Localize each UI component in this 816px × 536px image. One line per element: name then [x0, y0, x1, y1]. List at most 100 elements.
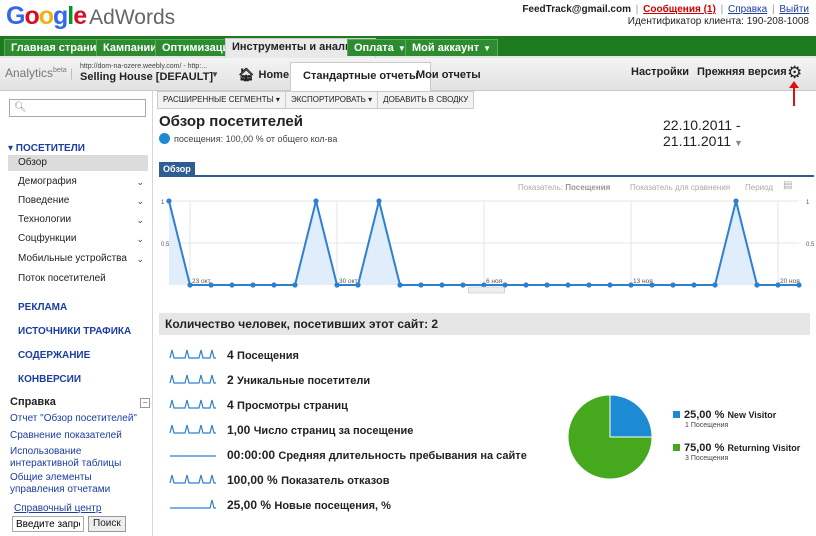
- sidebar-item-overview[interactable]: Обзор: [8, 155, 148, 171]
- chevron-down-icon: ⌄: [136, 196, 144, 206]
- data-point[interactable]: [313, 198, 319, 204]
- home-icon: 🏠︎: [238, 67, 255, 82]
- chevron-down-icon: ⌄: [136, 254, 144, 264]
- product-name: AdWords: [89, 6, 176, 29]
- add-to-dashboard-button[interactable]: ДОБАВИТЬ В СВОДКУ: [378, 92, 473, 108]
- period-selector[interactable]: Период: [745, 183, 773, 192]
- x-tick-label: 23 окт: [192, 278, 211, 285]
- pie-slice-new-visitor[interactable]: [609, 394, 653, 438]
- sidebar-item-technology[interactable]: Технологии ⌄: [8, 212, 148, 228]
- metric-selector[interactable]: Показатель: Посещения: [518, 183, 610, 192]
- help-link-compare-metrics[interactable]: Сравнение показателей: [10, 430, 148, 442]
- sidebar-item-demographics[interactable]: Демография ⌄: [8, 174, 148, 190]
- x-tick-label: 13 ноя: [633, 278, 653, 285]
- data-point[interactable]: [733, 198, 739, 204]
- help-heading: Справка: [10, 396, 56, 408]
- collapse-icon[interactable]: −: [140, 398, 150, 408]
- y-tick-label: 1: [161, 200, 165, 206]
- data-point[interactable]: [166, 198, 172, 204]
- tab-my-reports[interactable]: Мои отчеты: [404, 62, 493, 90]
- data-point[interactable]: [544, 282, 550, 288]
- report-search[interactable]: 🔍︎: [9, 99, 146, 117]
- section-advertising[interactable]: РЕКЛАМА: [18, 302, 67, 313]
- sidebar-item-social[interactable]: Соцфункции ⌄: [8, 231, 148, 247]
- settings-link[interactable]: Настройки: [631, 66, 689, 78]
- help-center-link[interactable]: Справочный центр: [14, 503, 101, 514]
- visitors-summary-bar: Количество человек, посетивших этот сайт…: [159, 313, 810, 335]
- old-version-link[interactable]: Прежняя версия: [697, 66, 787, 78]
- chart-tab-underline: [159, 175, 814, 177]
- sparkline-icon: [169, 424, 216, 434]
- sparkline-icon: [169, 349, 216, 359]
- y-tick-label: 0.5: [161, 242, 170, 248]
- data-point[interactable]: [418, 282, 424, 288]
- visits-line-chart: 1 1 0.5 0.5 23 окт 30 окт 6 ноя 13 ноя 20 ноя: [161, 198, 814, 294]
- logout-link[interactable]: Выйти: [779, 4, 809, 15]
- nav-campaigns[interactable]: Кампании: [96, 39, 165, 56]
- sparkline-icon: [169, 399, 216, 409]
- help-search-input[interactable]: [12, 516, 84, 532]
- chevron-down-icon: ⌄: [136, 234, 144, 244]
- sidebar-item-mobile[interactable]: Мобильные устройства ⌄: [8, 251, 148, 267]
- segment-dot-icon: [159, 133, 170, 144]
- data-point[interactable]: [292, 282, 298, 288]
- help-link-report-controls[interactable]: Общие элементы управления отчетами: [10, 472, 148, 496]
- section-conversions[interactable]: КОНВЕРСИИ: [18, 374, 81, 385]
- advanced-segments-button[interactable]: РАСШИРЕННЫЕ СЕГМЕНТЫ ▾: [158, 92, 286, 108]
- profile-name: Selling House [DEFAULT]: [80, 71, 214, 83]
- data-point[interactable]: [271, 282, 277, 288]
- date-range-picker[interactable]: 22.10.2011 - 21.11.2011 ▼: [663, 117, 816, 149]
- legend-swatch: [673, 444, 680, 451]
- visitor-type-pie-chart: [567, 394, 653, 480]
- help-search-button[interactable]: Поиск: [88, 516, 126, 532]
- compare-metric-selector[interactable]: Показатель для сравнения: [630, 183, 730, 192]
- legend-new-visitor: 25,00 % New Visitor 1 Посещения: [673, 409, 776, 429]
- data-point[interactable]: [523, 282, 529, 288]
- report-toolbar: РАСШИРЕННЫЕ СЕГМЕНТЫ ▾ ЭКСПОРТИРОВАТЬ ▾ …: [157, 91, 475, 109]
- data-point[interactable]: [607, 282, 613, 288]
- data-point[interactable]: [691, 282, 697, 288]
- data-point[interactable]: [670, 282, 676, 288]
- data-point[interactable]: [229, 282, 235, 288]
- sparkline-icon: [169, 374, 216, 384]
- x-tick-label: 6 ноя: [486, 278, 503, 285]
- data-point[interactable]: [376, 198, 382, 204]
- profile-selector[interactable]: http://dom-na-ozere.weebly.com/ - http:.…: [80, 61, 220, 83]
- chart-resize-handle[interactable]: [468, 286, 505, 294]
- y-tick-label: 0.5: [806, 242, 814, 248]
- help-link[interactable]: Справка: [728, 4, 767, 15]
- data-point[interactable]: [712, 282, 718, 288]
- google-adwords-logo[interactable]: Google AdWords: [6, 2, 175, 31]
- export-button[interactable]: ЭКСПОРТИРОВАТЬ ▾: [286, 92, 379, 108]
- section-traffic-sources[interactable]: ИСТОЧНИКИ ТРАФИКА: [18, 326, 131, 337]
- sidebar: 🔍︎ ▾ ПОСЕТИТЕЛИ Обзор Демография ⌄ Поведе…: [0, 91, 153, 536]
- nav-my-account[interactable]: Мой аккаунт ▼: [405, 39, 499, 56]
- gear-icon[interactable]: ⚙: [787, 64, 802, 82]
- help-link-overview-report[interactable]: Отчет "Обзор посетителей": [10, 413, 148, 425]
- data-point[interactable]: [397, 282, 403, 288]
- messages-link[interactable]: Сообщения (1): [643, 4, 716, 15]
- sidebar-item-behavior[interactable]: Поведение ⌄: [8, 193, 148, 209]
- client-id: Идентификатор клиента: 190-208-1008: [627, 16, 809, 27]
- account-info: FeedTrack@gmail.com | Сообщения (1) | Сп…: [522, 4, 809, 27]
- data-point[interactable]: [439, 282, 445, 288]
- data-point[interactable]: [565, 282, 571, 288]
- x-tick-label: 30 окт: [339, 278, 358, 285]
- report-area: РАСШИРЕННЫЕ СЕГМЕНТЫ ▾ ЭКСПОРТИРОВАТЬ ▾ …: [153, 91, 816, 536]
- account-email: FeedTrack@gmail.com: [522, 4, 631, 15]
- nav-billing[interactable]: Оплата ▼: [347, 39, 413, 56]
- sparkline-icon: [170, 499, 216, 509]
- help-link-interactive-table[interactable]: Использование интерактивной таблицы: [10, 446, 148, 470]
- data-point[interactable]: [586, 282, 592, 288]
- chevron-down-icon: ▼: [211, 70, 219, 79]
- tab-overview[interactable]: Обзор: [159, 162, 195, 176]
- section-visitors[interactable]: ▾ ПОСЕТИТЕЛИ: [8, 143, 85, 154]
- section-content[interactable]: СОДЕРЖАНИЕ: [18, 350, 90, 361]
- data-point[interactable]: [754, 282, 760, 288]
- data-point[interactable]: [250, 282, 256, 288]
- visitors-count-label: Количество человек, посетивших этот сайт…: [165, 317, 439, 331]
- sidebar-item-visitors-flow[interactable]: Поток посетителей: [8, 271, 148, 287]
- search-input[interactable]: [26, 101, 142, 115]
- chart-type-icon[interactable]: ▤: [783, 180, 792, 191]
- data-point[interactable]: [460, 282, 466, 288]
